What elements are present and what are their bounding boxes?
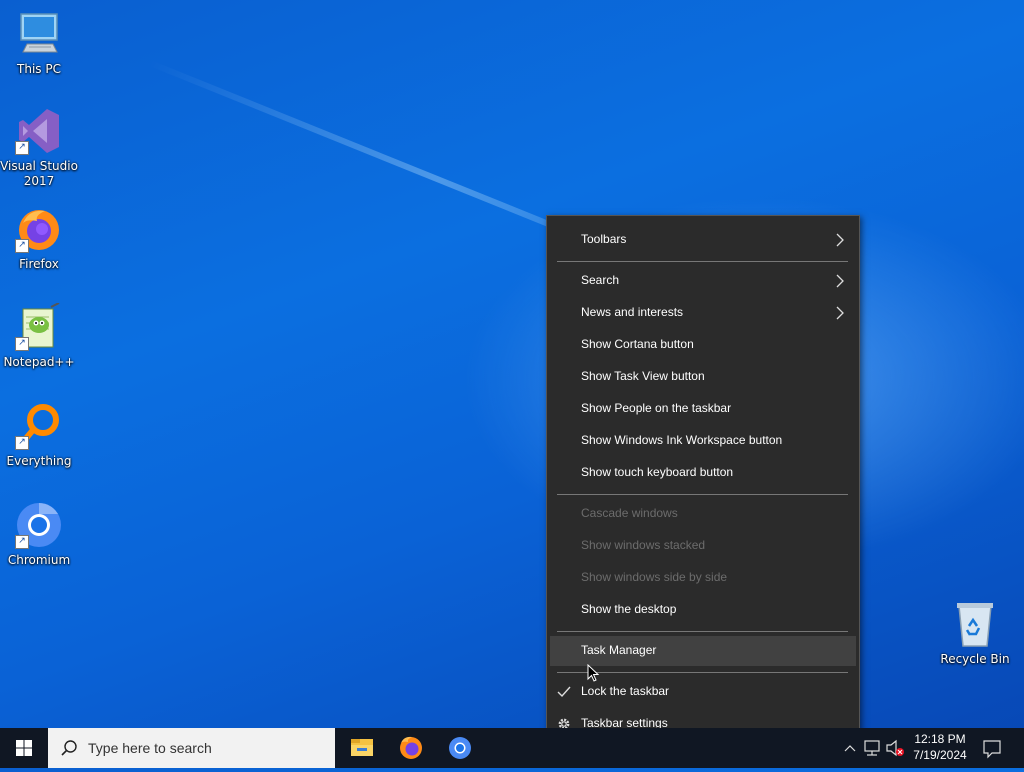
this-pc-icon: [15, 10, 63, 58]
mouse-cursor-icon: [587, 664, 599, 682]
menu-item-show-people[interactable]: Show People on the taskbar: [547, 394, 859, 424]
desktop-icon-label: Firefox: [19, 257, 59, 271]
taskbar-firefox[interactable]: [387, 728, 435, 768]
desktop-icon-everything[interactable]: ↗ Everything: [0, 402, 78, 469]
everything-icon: ↗: [15, 402, 63, 450]
menu-item-show-cortana-button[interactable]: Show Cortana button: [547, 330, 859, 360]
desktop-icon-label: Notepad++: [3, 355, 75, 369]
menu-item-show-touch-keyboard[interactable]: Show touch keyboard button: [547, 458, 859, 488]
menu-item-label: Toolbars: [581, 232, 627, 246]
chromium-icon: ↗: [15, 501, 63, 549]
volume-muted-icon[interactable]: [884, 728, 906, 768]
menu-item-show-desktop[interactable]: Show the desktop: [547, 595, 859, 625]
menu-separator: [557, 672, 848, 673]
chevron-right-icon: [836, 233, 844, 247]
menu-item-label: Show Task View button: [581, 369, 705, 383]
desktop-icon-firefox[interactable]: ↗ Firefox: [0, 205, 78, 272]
desktop-icon-chromium[interactable]: ↗ Chromium: [0, 501, 78, 568]
menu-item-label: Show People on the taskbar: [581, 401, 732, 415]
menu-item-show-task-view-button[interactable]: Show Task View button: [547, 362, 859, 392]
desktop-icon-visual-studio[interactable]: ↗ Visual Studio 2017: [0, 107, 78, 189]
clock-time: 12:18 PM: [914, 732, 966, 746]
windows-logo-icon: [16, 740, 32, 756]
network-icon[interactable]: [862, 728, 882, 768]
action-center-icon[interactable]: [980, 728, 1004, 768]
chevron-right-icon: [836, 274, 844, 288]
menu-item-label: Show windows side by side: [581, 570, 728, 584]
checkmark-icon: [557, 686, 571, 698]
chromium-icon: [449, 737, 471, 759]
menu-item-task-manager[interactable]: Task Manager: [550, 636, 856, 666]
desktop-icon-label: Recycle Bin: [940, 652, 1010, 666]
menu-item-label: News and interests: [581, 305, 684, 319]
firefox-icon: ↗: [15, 205, 63, 253]
desktop-icon-label: Everything: [6, 454, 72, 468]
menu-item-label: Lock the taskbar: [581, 684, 670, 698]
visual-studio-icon: ↗: [15, 107, 63, 155]
menu-item-label: Task Manager: [581, 643, 657, 657]
menu-item-windows-stacked: Show windows stacked: [547, 531, 859, 561]
menu-item-label: Show touch keyboard button: [581, 465, 734, 479]
menu-item-cascade-windows: Cascade windows: [547, 499, 859, 529]
start-button[interactable]: [0, 728, 48, 768]
chevron-up-icon[interactable]: [842, 728, 858, 768]
shortcut-arrow-icon: ↗: [15, 337, 29, 351]
file-explorer-icon: [351, 739, 373, 756]
search-icon: [61, 740, 77, 756]
menu-item-label: Show Cortana button: [581, 337, 694, 351]
menu-item-toolbars[interactable]: Toolbars: [547, 225, 859, 255]
taskbar-clock[interactable]: 12:18 PM 7/19/2024: [906, 731, 974, 763]
desktop-icon-this-pc[interactable]: This PC: [0, 10, 78, 77]
recycle-bin-icon: [951, 600, 999, 648]
menu-item-windows-side-by-side: Show windows side by side: [547, 563, 859, 593]
menu-item-label: Show the desktop: [581, 602, 677, 616]
shortcut-arrow-icon: ↗: [15, 141, 29, 155]
desktop-icon-notepad-plus-plus[interactable]: ↗ Notepad++: [0, 302, 78, 370]
menu-item-show-ink-workspace[interactable]: Show Windows Ink Workspace button: [547, 426, 859, 456]
desktop-icon-recycle-bin[interactable]: Recycle Bin: [936, 600, 1014, 667]
notepad-plus-plus-icon: ↗: [15, 302, 63, 351]
menu-separator: [557, 261, 848, 262]
menu-separator: [557, 631, 848, 632]
clock-date: 7/19/2024: [913, 748, 967, 762]
chevron-right-icon: [836, 306, 844, 320]
shortcut-arrow-icon: ↗: [15, 239, 29, 253]
firefox-icon: [400, 736, 422, 759]
menu-separator: [557, 494, 848, 495]
search-placeholder: Type here to search: [88, 740, 212, 756]
menu-item-label: Search: [581, 273, 620, 287]
menu-item-label: Cascade windows: [581, 506, 678, 520]
shortcut-arrow-icon: ↗: [15, 436, 29, 450]
desktop-icon-label: Visual Studio 2017: [0, 159, 78, 188]
taskbar-search-box[interactable]: Type here to search: [48, 728, 335, 768]
taskbar: Type here to search 12:18 PM 7/19/2024: [0, 728, 1024, 768]
desktop-icon-label: This PC: [17, 62, 61, 76]
desktop-icon-label: Chromium: [7, 553, 71, 567]
menu-item-label: Show windows stacked: [581, 538, 706, 552]
menu-item-search[interactable]: Search: [547, 266, 859, 296]
shortcut-arrow-icon: ↗: [15, 535, 29, 549]
menu-item-news-and-interests[interactable]: News and interests: [547, 298, 859, 328]
taskbar-chromium[interactable]: [436, 728, 484, 768]
taskbar-file-explorer[interactable]: [338, 728, 386, 768]
menu-item-label: Show Windows Ink Workspace button: [581, 433, 783, 447]
